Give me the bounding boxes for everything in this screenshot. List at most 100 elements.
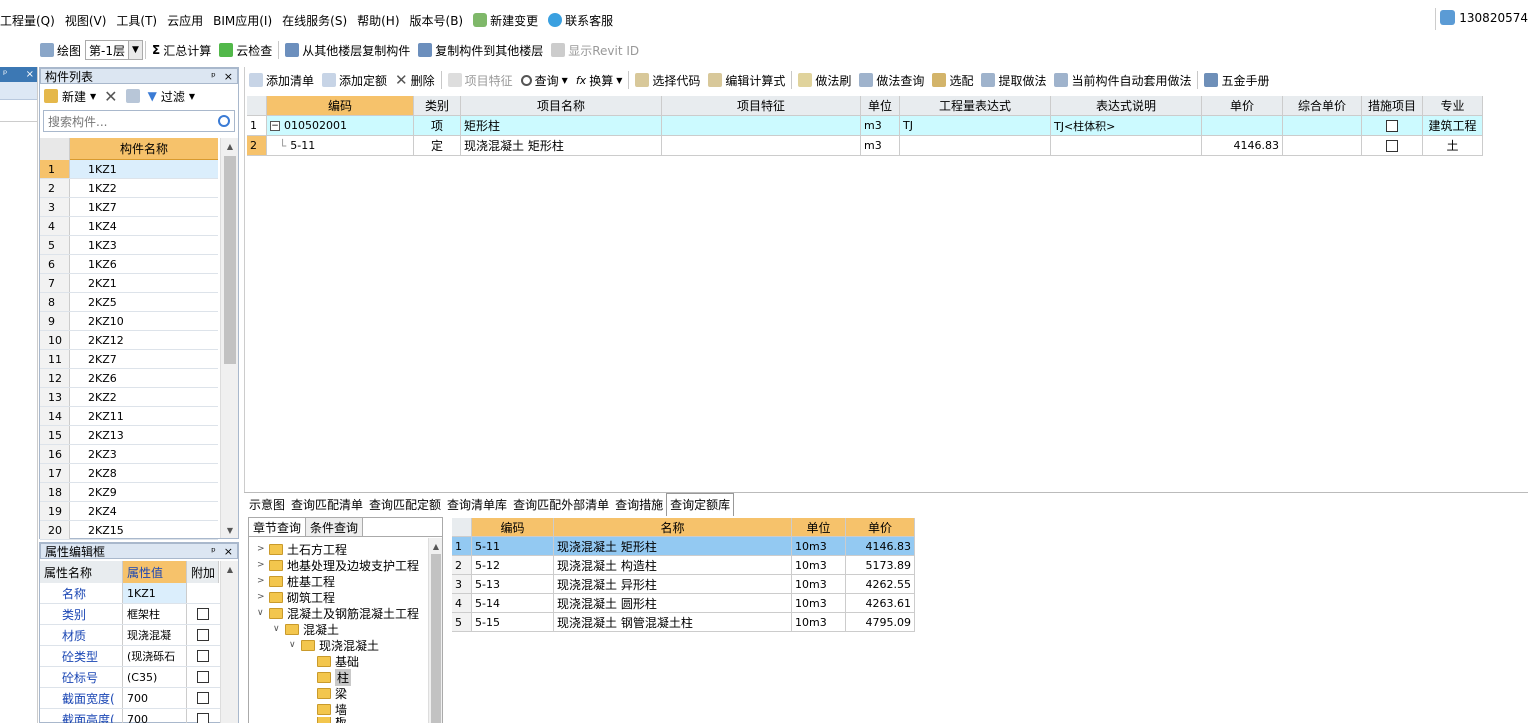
copy-to-floor-button[interactable]: 复制构件到其他楼层 (414, 39, 547, 61)
tree-node[interactable]: ∨ 混凝土 (257, 621, 425, 637)
hardware-manual-button[interactable]: 五金手册 (1200, 69, 1273, 91)
quota-code[interactable]: 5-11 (472, 537, 554, 556)
query-button[interactable]: 查询 ▼ (517, 69, 572, 91)
col-specialty[interactable]: 专业 (1423, 96, 1483, 116)
property-row[interactable]: 截面高度(700 (40, 709, 238, 723)
component-row[interactable]: 1 1KZ1 (40, 160, 218, 179)
quota-unit[interactable]: 10m3 (792, 556, 846, 575)
quota-code[interactable]: 5-14 (472, 594, 554, 613)
method-brush-button[interactable]: 做法刷 (794, 69, 855, 91)
component-name[interactable]: 1KZ6 (70, 255, 218, 273)
menu-version[interactable]: 版本号(B) (405, 12, 469, 29)
property-row[interactable]: 名称 1KZ1 (40, 583, 238, 604)
chevron-down-icon[interactable]: ∨ (273, 624, 283, 634)
expr-desc-cell[interactable] (1051, 136, 1202, 156)
component-row[interactable]: 10 2KZ12 (40, 331, 218, 350)
edit-formula-button[interactable]: 编辑计算式 (704, 69, 789, 91)
total-price-cell[interactable] (1283, 136, 1362, 156)
item-feature-cell[interactable] (662, 136, 861, 156)
property-row[interactable]: 材质 现浇混凝 (40, 625, 238, 646)
extra-checkbox[interactable] (197, 608, 209, 620)
chevron-right-icon[interactable]: > (257, 544, 267, 554)
component-row[interactable]: 13 2KZ2 (40, 388, 218, 407)
menu-view[interactable]: 视图(V) (60, 12, 112, 29)
scroll-up-icon[interactable]: ▲ (429, 538, 443, 554)
component-row[interactable]: 15 2KZ13 (40, 426, 218, 445)
unit-price-cell[interactable]: 4146.83 (1202, 136, 1283, 156)
item-feature-cell[interactable] (662, 116, 861, 136)
extra-checkbox[interactable] (197, 629, 209, 641)
quota-name[interactable]: 现浇混凝土 圆形柱 (554, 594, 792, 613)
draw-button[interactable]: 绘图 (36, 39, 85, 61)
quota-name[interactable]: 现浇混凝土 构造柱 (554, 556, 792, 575)
scroll-thumb[interactable] (224, 156, 236, 364)
component-row[interactable]: 5 1KZ3 (40, 236, 218, 255)
code-cell[interactable]: └ 5-11 (267, 136, 414, 156)
component-name[interactable]: 2KZ6 (70, 369, 218, 387)
quota-unit[interactable]: 10m3 (792, 537, 846, 556)
component-name[interactable]: 2KZ4 (70, 502, 218, 520)
chevron-right-icon[interactable]: > (257, 560, 267, 570)
component-name[interactable]: 1KZ3 (70, 236, 218, 254)
type-cell[interactable]: 定 (414, 136, 461, 156)
add-list-button[interactable]: 添加清单 (245, 69, 318, 91)
component-name[interactable]: 1KZ2 (70, 179, 218, 197)
col-item-feature[interactable]: 项目特征 (662, 96, 861, 116)
item-name-cell[interactable]: 现浇混凝土 矩形柱 (461, 136, 662, 156)
unit-cell[interactable]: m3 (861, 116, 900, 136)
tab-match-list[interactable]: 查询匹配清单 (288, 496, 366, 516)
property-row[interactable]: 砼类型 (现浇砾石 (40, 646, 238, 667)
extra-checkbox[interactable] (197, 692, 209, 704)
component-name[interactable]: 2KZ11 (70, 407, 218, 425)
tree-node[interactable]: 墙 (257, 701, 425, 717)
quota-price[interactable]: 4262.55 (846, 575, 915, 594)
quota-unit[interactable]: 10m3 (792, 613, 846, 632)
component-row[interactable]: 7 2KZ1 (40, 274, 218, 293)
quota-price[interactable]: 5173.89 (846, 556, 915, 575)
floor-select[interactable]: 第-1层 ▼ (85, 40, 143, 60)
extra-checkbox[interactable] (197, 713, 209, 723)
quota-code[interactable]: 5-15 (472, 613, 554, 632)
measure-checkbox[interactable] (1386, 119, 1398, 132)
property-value[interactable]: 700 (123, 688, 187, 708)
quota-name[interactable]: 现浇混凝土 钢管混凝土柱 (554, 613, 792, 632)
component-row[interactable]: 20 2KZ15 (40, 521, 218, 540)
property-value[interactable]: (现浇砾石 (123, 646, 187, 666)
menu-cloud[interactable]: 云应用 (162, 12, 208, 29)
component-row[interactable]: 18 2KZ9 (40, 483, 218, 502)
delete-icon[interactable]: ✕ (104, 87, 117, 106)
chevron-right-icon[interactable]: > (257, 592, 267, 602)
tree-node[interactable]: > 地基处理及边坡支护工程 (257, 557, 425, 573)
menu-new-change[interactable]: 新建变更 (468, 12, 543, 29)
col-item-name[interactable]: 项目名称 (461, 96, 662, 116)
quota-name[interactable]: 现浇混凝土 异形柱 (554, 575, 792, 594)
sum-calc-button[interactable]: Σ 汇总计算 (148, 39, 215, 61)
property-row[interactable]: 类别 框架柱 (40, 604, 238, 625)
tree-node[interactable]: 基础 (257, 653, 425, 669)
pin-icon[interactable]: ᵖ (211, 545, 216, 558)
specialty-cell[interactable]: 土 (1423, 136, 1483, 156)
menu-quantity[interactable]: 工程量(Q) (0, 12, 60, 29)
component-name[interactable]: 2KZ2 (70, 388, 218, 406)
specialty-cell[interactable]: 建筑工程 (1423, 116, 1483, 136)
code-cell[interactable]: −010502001 (267, 116, 414, 136)
col-unit[interactable]: 单位 (861, 96, 900, 116)
close-icon[interactable]: × (26, 69, 34, 80)
component-name[interactable]: 2KZ3 (70, 445, 218, 463)
pin-icon[interactable]: ᵖ (211, 70, 216, 83)
component-row[interactable]: 2 1KZ2 (40, 179, 218, 198)
tree-node[interactable]: 梁 (257, 685, 425, 701)
filter-button[interactable]: 过滤 (161, 88, 185, 105)
tab-condition-query[interactable]: 条件查询 (306, 518, 364, 536)
col-measure[interactable]: 措施项目 (1362, 96, 1423, 116)
search-icon[interactable] (218, 115, 230, 127)
component-row[interactable]: 6 1KZ6 (40, 255, 218, 274)
chevron-down-icon[interactable]: ∨ (289, 640, 299, 650)
col-quota-price[interactable]: 单价 (846, 518, 915, 537)
menu-tools[interactable]: 工具(T) (111, 12, 162, 29)
measure-checkbox[interactable] (1386, 139, 1398, 152)
property-value[interactable]: 1KZ1 (123, 583, 187, 603)
col-quota-unit[interactable]: 单位 (792, 518, 846, 537)
col-total-price[interactable]: 综合单价 (1283, 96, 1362, 116)
component-name[interactable]: 2KZ5 (70, 293, 218, 311)
